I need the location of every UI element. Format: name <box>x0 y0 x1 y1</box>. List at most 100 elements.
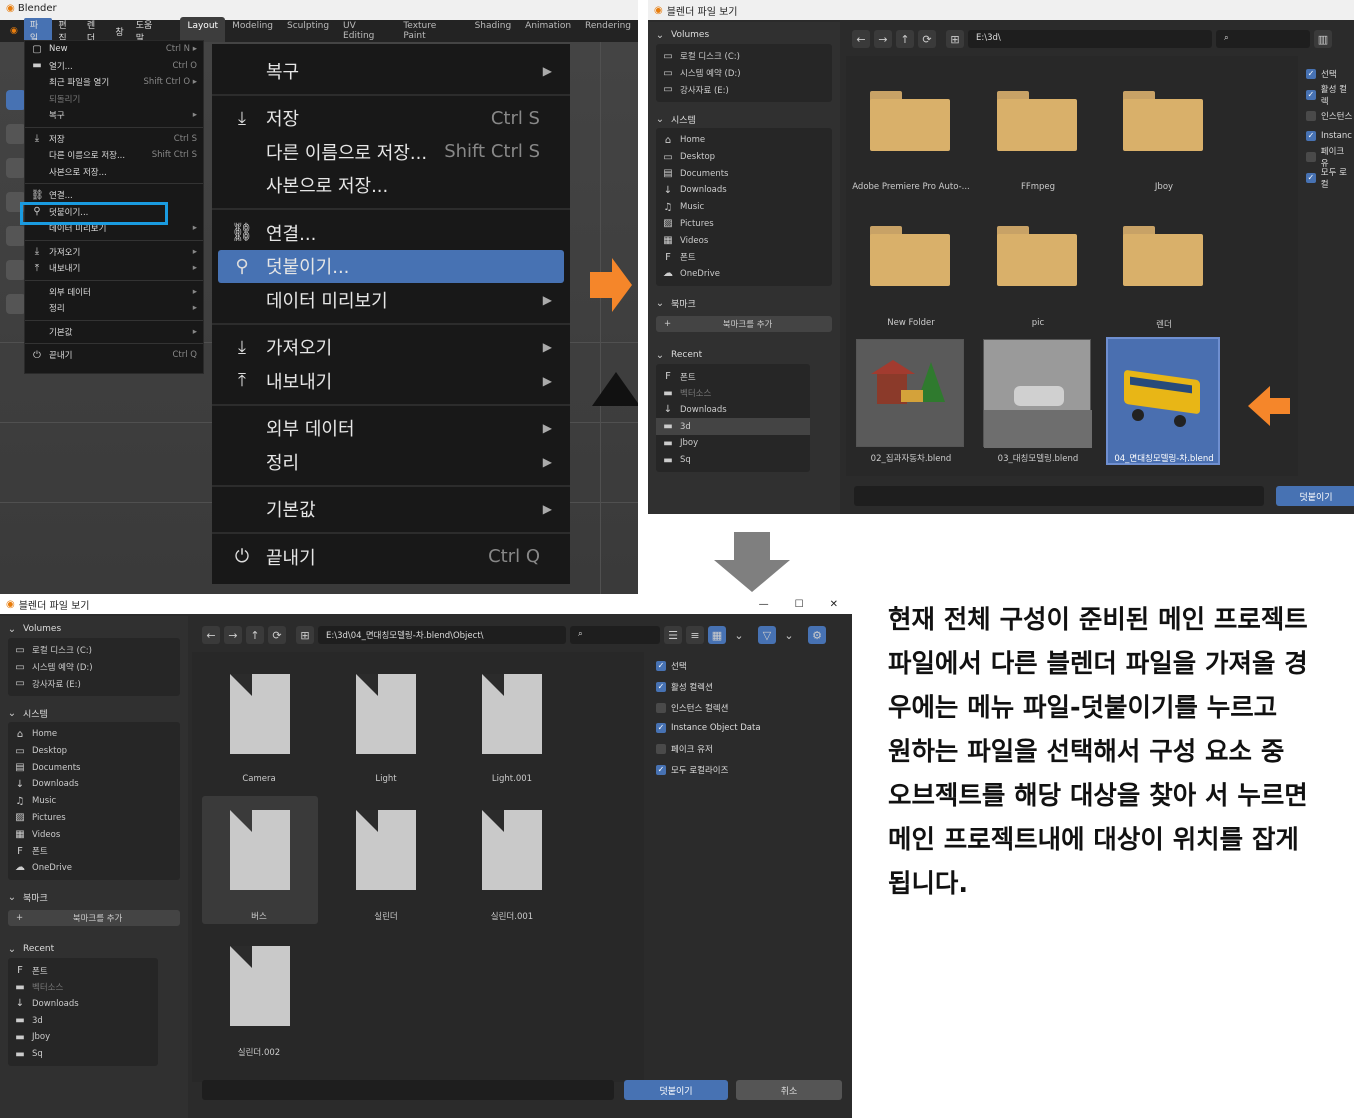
checkbox-icon[interactable]: ✓ <box>1306 172 1316 183</box>
file-menu-item[interactable]: 정리 ▸ <box>25 300 203 317</box>
cursor-tool[interactable] <box>6 124 26 144</box>
recent-item[interactable]: ▬ Jboy <box>8 1029 158 1046</box>
option-checkbox[interactable]: ✓ 모두 로컬라이즈 <box>656 759 846 780</box>
file-menu-item[interactable]: 최근 파일을 열기 Shift Ctrl O ▸ <box>25 74 203 91</box>
option-checkbox[interactable]: ✓ Instanc <box>1306 126 1354 147</box>
blend-file-thumbnail-house[interactable] <box>856 339 964 447</box>
parent-dir-icon[interactable]: ↑ <box>896 30 914 48</box>
volume-item[interactable]: ▭ 로컬 디스크 (C:) <box>8 642 180 659</box>
system-item[interactable]: ↓ Downloads <box>656 182 832 199</box>
object-data-icon[interactable] <box>482 674 542 754</box>
recent-item[interactable]: ▬ 벡터소스 <box>8 979 158 996</box>
folder-icon[interactable] <box>997 226 1077 286</box>
system-item[interactable]: ▭ Desktop <box>8 743 180 760</box>
file-menu-item[interactable]: 기본값 ▶ <box>212 493 570 527</box>
object-data-icon[interactable] <box>230 674 290 754</box>
back-icon[interactable]: ← <box>202 626 220 644</box>
system-item[interactable]: ⌂ Home <box>656 132 832 149</box>
system-item[interactable]: ♫ Music <box>656 199 832 216</box>
file-menu-item[interactable]: 되돌리기 <box>25 91 203 108</box>
system-item[interactable]: ☁ OneDrive <box>656 266 832 283</box>
search-input[interactable]: ⌕ <box>570 626 660 644</box>
file-menu-item[interactable]: 정리 ▶ <box>212 445 570 479</box>
cancel-button[interactable]: 취소 <box>736 1080 842 1100</box>
tab-modeling[interactable]: Modeling <box>225 17 280 45</box>
object-name[interactable]: Light.001 <box>447 774 577 784</box>
object-data-icon[interactable] <box>230 810 290 890</box>
folder-name[interactable]: New Folder <box>846 318 976 328</box>
volume-item[interactable]: ▭ 시스템 예약 (D:) <box>8 659 180 676</box>
refresh-icon[interactable]: ⟳ <box>918 30 936 48</box>
folder-icon[interactable] <box>870 91 950 151</box>
recent-item[interactable]: ▬ 벡터소스 <box>656 385 810 402</box>
file-menu-item[interactable]: 다른 이름으로 저장... Shift Ctrl S <box>25 147 203 164</box>
object-name[interactable]: 실린더 <box>321 910 451 922</box>
volume-item[interactable]: ▭ 강사자료 (E:) <box>8 675 180 692</box>
object-name[interactable]: Light <box>321 774 451 784</box>
list-view-icon[interactable]: ☰ <box>664 626 682 644</box>
volume-item[interactable]: ▭ 시스템 예약 (D:) <box>656 65 832 82</box>
volumes-header[interactable]: ⌄ Volumes <box>0 620 188 638</box>
option-checkbox[interactable]: ✓ Instance Object Data <box>656 718 846 739</box>
file-menu-item[interactable]: ⤒ 내보내기 ▸ <box>25 260 203 277</box>
file-menu-item[interactable]: ⤓ 가져오기 ▶ <box>212 331 570 365</box>
file-menu-item[interactable]: ⏻ 끝내기 Ctrl Q <box>212 540 570 574</box>
recent-item[interactable]: ▬ Jboy <box>656 435 810 452</box>
search-input[interactable]: ⌕ <box>1216 30 1310 48</box>
thumbnail-view-icon[interactable]: ▦ <box>708 626 726 644</box>
option-checkbox[interactable]: ✓ 활성 컬렉션 <box>656 677 846 698</box>
new-folder-icon[interactable]: ⊞ <box>946 30 964 48</box>
folder-name[interactable]: FFmpeg <box>973 182 1103 192</box>
object-name[interactable]: 실린더.001 <box>447 910 577 922</box>
folder-name[interactable]: Adobe Premiere Pro Auto-... <box>846 182 976 192</box>
recent-item[interactable]: ▬ Sq <box>8 1046 158 1063</box>
checkbox-icon[interactable]: ✓ <box>656 723 666 734</box>
recent-item[interactable]: ↓ Downloads <box>656 402 810 419</box>
file-menu-item[interactable]: ⤓ 저장 Ctrl S <box>25 131 203 148</box>
volume-item[interactable]: ▭ 강사자료 (E:) <box>656 81 832 98</box>
parent-dir-icon[interactable]: ↑ <box>246 626 264 644</box>
folder-icon[interactable] <box>870 226 950 286</box>
tab-rendering[interactable]: Rendering <box>578 17 638 45</box>
tab-uv-editing[interactable]: UV Editing <box>336 17 396 45</box>
file-menu-item[interactable]: 외부 데이터 ▶ <box>212 412 570 446</box>
file-menu-item[interactable]: ▢ New Ctrl N ▸ <box>25 41 203 58</box>
recent-header[interactable]: ⌄ Recent <box>648 346 840 364</box>
option-checkbox[interactable]: ✓ 인스턴스 컬렉션 <box>656 697 846 718</box>
file-menu-item[interactable]: ⛓ 연결... <box>212 216 570 250</box>
maximize-button[interactable]: ☐ <box>795 599 804 610</box>
system-header[interactable]: ⌄ 시스템 <box>648 110 840 128</box>
file-menu-item[interactable]: ⤒ 내보내기 ▶ <box>212 364 570 398</box>
file-menu-item[interactable]: 데이터 미리보기 ▶ <box>212 283 570 317</box>
file-menu-item[interactable]: 사본으로 저장... <box>25 164 203 181</box>
move-tool[interactable] <box>6 158 26 178</box>
file-menu-item[interactable]: ⤓ 저장 Ctrl S <box>212 102 570 136</box>
chevron-down-icon[interactable]: ⌄ <box>780 626 798 644</box>
option-checkbox[interactable]: ✓ 모두 로컬 <box>1306 167 1354 190</box>
checkbox-icon[interactable]: ✓ <box>656 682 666 693</box>
filename-input[interactable] <box>854 486 1264 506</box>
checkbox-icon[interactable]: ✓ <box>656 702 666 713</box>
filename-input[interactable] <box>202 1080 614 1100</box>
system-item[interactable]: ▤ Documents <box>656 165 832 182</box>
file-menu-item[interactable]: 복구 ▸ <box>25 107 203 124</box>
folder-name[interactable]: Jboy <box>1099 182 1229 192</box>
new-folder-icon[interactable]: ⊞ <box>296 626 314 644</box>
file-menu-item[interactable]: 기본값 ▸ <box>25 324 203 341</box>
file-menu-item[interactable]: ⚲ 덧붙이기... <box>218 249 564 283</box>
checkbox-icon[interactable]: ✓ <box>1306 110 1316 121</box>
file-menu-item[interactable]: 복구 ▶ <box>212 54 570 88</box>
recent-item[interactable]: F 폰트 <box>656 368 810 385</box>
system-item[interactable]: ☁ OneDrive <box>8 860 180 877</box>
volumes-header[interactable]: ⌄ Volumes <box>648 26 840 44</box>
scale-tool[interactable] <box>6 226 26 246</box>
chevron-down-icon[interactable]: ⌄ <box>730 626 748 644</box>
forward-icon[interactable]: → <box>874 30 892 48</box>
checkbox-icon[interactable]: ✓ <box>1306 131 1316 142</box>
annotate-tool[interactable] <box>6 260 26 280</box>
system-item[interactable]: ▨ Pictures <box>8 810 180 827</box>
measure-tool[interactable] <box>6 294 26 314</box>
refresh-icon[interactable]: ⟳ <box>268 626 286 644</box>
path-input[interactable]: E:\3d\ <box>968 30 1212 48</box>
recent-item[interactable]: ▬ Sq <box>656 452 810 469</box>
